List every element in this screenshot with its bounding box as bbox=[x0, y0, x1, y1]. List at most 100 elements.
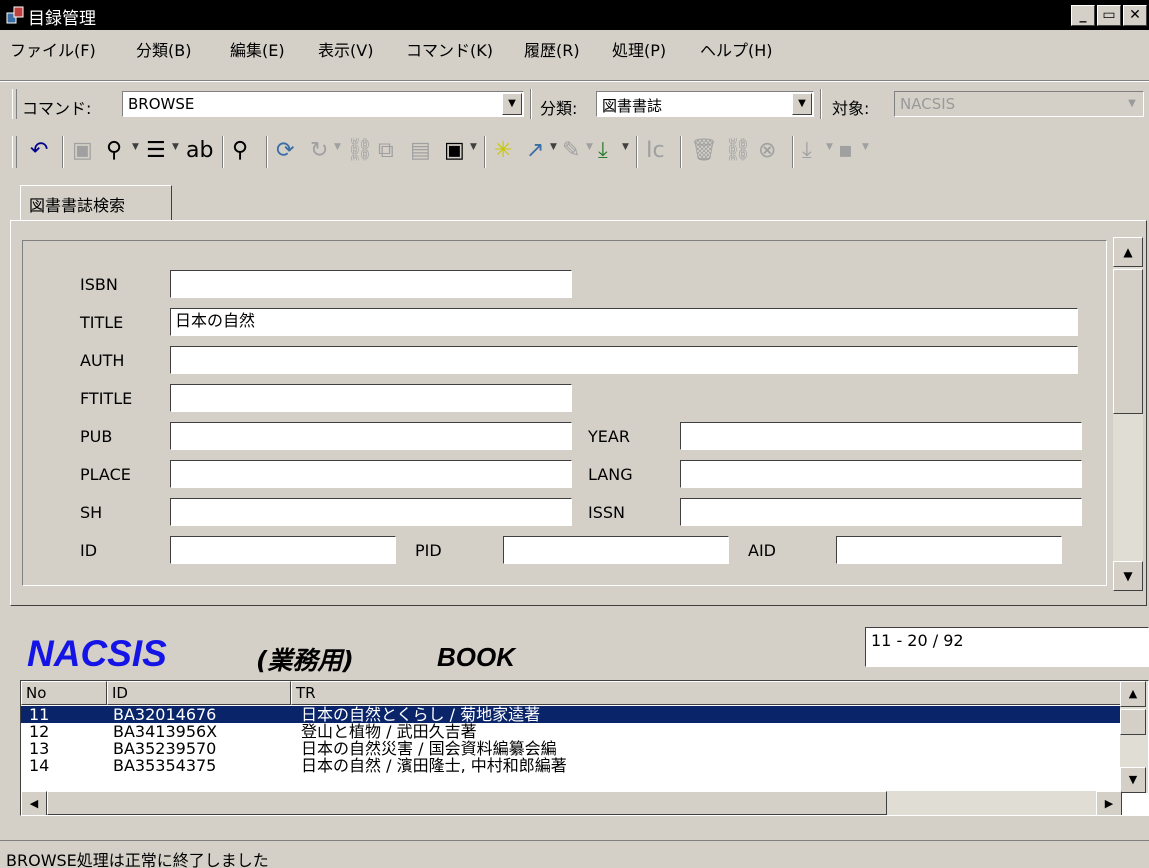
scroll-thumb[interactable] bbox=[47, 791, 887, 815]
table-row[interactable]: 14 BA35354375 日本の自然 / 濱田隆士, 中村和郎編著 bbox=[21, 757, 1121, 774]
row-id: BA35354375 bbox=[113, 756, 217, 775]
chevron-down-icon[interactable]: ▼ bbox=[826, 142, 833, 152]
column-header-tr[interactable]: TR bbox=[291, 681, 1121, 705]
scroll-up-icon[interactable]: ▲ bbox=[1113, 237, 1143, 267]
binoculars-search-icon[interactable]: ⚲ bbox=[232, 138, 248, 164]
monitor-icon[interactable]: ▣ bbox=[72, 138, 93, 164]
row-no: 13 bbox=[29, 739, 50, 758]
scroll-thumb[interactable] bbox=[1120, 709, 1146, 735]
close-button[interactable]: ✕ bbox=[1123, 5, 1147, 26]
category-select[interactable]: 図書書誌 ▼ bbox=[596, 91, 814, 117]
binoculars-icon[interactable]: ⚲ bbox=[106, 138, 122, 164]
pid-field[interactable] bbox=[503, 536, 729, 564]
undo-icon[interactable]: ↶ bbox=[30, 138, 48, 164]
import-icon[interactable]: ⤓ bbox=[598, 138, 608, 164]
column-header-no[interactable]: No bbox=[21, 681, 107, 705]
chevron-down-icon[interactable]: ▼ bbox=[172, 142, 179, 152]
category-value: 図書書誌 bbox=[602, 97, 663, 115]
command-select[interactable]: BROWSE ▼ bbox=[122, 91, 524, 117]
menu-history[interactable]: 履歴(R) bbox=[524, 37, 580, 61]
chevron-down-icon[interactable]: ▼ bbox=[550, 142, 557, 152]
lang-field[interactable] bbox=[680, 460, 1082, 488]
chevron-down-icon[interactable]: ▼ bbox=[862, 142, 869, 152]
scroll-up-icon[interactable]: ▲ bbox=[1120, 681, 1146, 707]
table-row[interactable]: 11 BA32014676 日本の自然とくらし / 菊地家逵著 bbox=[21, 706, 1121, 723]
chevron-down-icon[interactable]: ▼ bbox=[470, 142, 477, 152]
toolbar-grip[interactable] bbox=[12, 136, 17, 168]
row-title: 日本の自然とくらし / 菊地家逵著 bbox=[301, 705, 541, 724]
column-header-id[interactable]: ID bbox=[107, 681, 291, 705]
category-label: 分類: bbox=[540, 99, 578, 118]
chevron-down-icon[interactable]: ▼ bbox=[1122, 93, 1142, 115]
isbn-label: ISBN bbox=[80, 275, 118, 294]
window-icon[interactable]: ▣ bbox=[444, 138, 465, 164]
auth-field[interactable] bbox=[170, 346, 1078, 374]
grid-horizontal-scrollbar[interactable]: ◀ ▶ bbox=[21, 791, 1122, 815]
aid-field[interactable] bbox=[836, 536, 1062, 564]
sh-field[interactable] bbox=[170, 498, 572, 526]
link-icon[interactable]: ⛓ bbox=[346, 138, 374, 164]
toolbar-separator bbox=[530, 89, 532, 119]
place-field[interactable] bbox=[170, 460, 572, 488]
row-id: BA32014676 bbox=[113, 705, 217, 724]
pencil-icon[interactable]: ✎ bbox=[562, 138, 580, 164]
ftitle-field[interactable] bbox=[170, 384, 572, 412]
issn-field[interactable] bbox=[680, 498, 1082, 526]
menu-file[interactable]: ファイル(F) bbox=[10, 37, 96, 61]
chevron-down-icon[interactable]: ▼ bbox=[132, 142, 139, 152]
scroll-down-icon[interactable]: ▼ bbox=[1113, 561, 1143, 591]
title-field[interactable]: 日本の自然 bbox=[170, 308, 1078, 336]
year-field[interactable] bbox=[680, 422, 1082, 450]
form-scrollbar[interactable]: ▲ ▼ bbox=[1113, 237, 1143, 591]
menu-process[interactable]: 処理(P) bbox=[612, 37, 666, 61]
chevron-down-icon[interactable]: ▼ bbox=[792, 93, 812, 115]
scroll-down-icon[interactable]: ▼ bbox=[1120, 767, 1146, 793]
document-list-icon[interactable]: ☰ bbox=[146, 138, 166, 164]
menu-view[interactable]: 表示(V) bbox=[318, 37, 373, 61]
export-icon[interactable]: ⤓ bbox=[802, 138, 812, 164]
scroll-thumb[interactable] bbox=[1113, 269, 1143, 414]
row-id: BA3413956X bbox=[113, 722, 218, 741]
scroll-left-icon[interactable]: ◀ bbox=[21, 791, 47, 815]
table-row[interactable]: 13 BA35239570 日本の自然災害 / 国会資料編纂会編 bbox=[21, 740, 1121, 757]
grid-header: No ID TR bbox=[21, 681, 1121, 705]
target-value: NACSIS bbox=[900, 95, 956, 113]
menu-edit[interactable]: 編集(E) bbox=[230, 37, 285, 61]
find-text-icon[interactable]: ab bbox=[186, 138, 213, 164]
menu-command[interactable]: コマンド(K) bbox=[406, 37, 493, 61]
target-select[interactable]: NACSIS ▼ bbox=[894, 91, 1144, 117]
menu-category[interactable]: 分類(B) bbox=[136, 37, 191, 61]
row-title: 登山と植物 / 武田久吉著 bbox=[301, 722, 477, 741]
table-row[interactable]: 12 BA3413956X 登山と植物 / 武田久吉著 bbox=[21, 723, 1121, 740]
menu-help[interactable]: ヘルプ(H) bbox=[700, 37, 773, 61]
toolbar-separator bbox=[636, 136, 638, 168]
clipboard-icon[interactable]: ▤ bbox=[410, 138, 431, 164]
unlink-icon[interactable]: ⛓ bbox=[724, 138, 752, 164]
pub-field[interactable] bbox=[170, 422, 572, 450]
id-field[interactable] bbox=[170, 536, 396, 564]
refresh-record-icon[interactable]: ⟳ bbox=[276, 138, 294, 164]
minimize-button[interactable]: _ bbox=[1071, 5, 1095, 26]
scroll-right-icon[interactable]: ▶ bbox=[1096, 791, 1122, 815]
lang-label: LANG bbox=[588, 465, 633, 484]
delete-icon[interactable]: 🗑 bbox=[690, 138, 718, 164]
edit-link-icon[interactable]: ↗ bbox=[526, 138, 544, 164]
cancel-link-icon[interactable]: ⊗ bbox=[758, 138, 776, 164]
isbn-field[interactable] bbox=[170, 270, 572, 298]
copy-icon[interactable]: ⧉ bbox=[378, 138, 394, 164]
toolbar-grip[interactable] bbox=[12, 89, 17, 119]
chevron-down-icon[interactable]: ▼ bbox=[622, 142, 629, 152]
save-icon[interactable]: ▪ bbox=[838, 138, 853, 164]
grid-vertical-scrollbar[interactable]: ▲ ▼ bbox=[1120, 681, 1148, 793]
results-grid[interactable]: No ID TR 11 BA32014676 日本の自然とくらし / 菊地家逵著… bbox=[20, 680, 1149, 816]
tc-icon[interactable]: Ic bbox=[646, 138, 665, 164]
restore-button[interactable]: ▭ bbox=[1097, 5, 1121, 26]
menu-divider bbox=[0, 80, 1149, 82]
chevron-down-icon[interactable]: ▼ bbox=[502, 93, 522, 115]
chevron-down-icon[interactable]: ▼ bbox=[586, 142, 593, 152]
reload-icon[interactable]: ↻ bbox=[310, 138, 328, 164]
new-item-icon[interactable]: ✳ bbox=[494, 138, 512, 164]
title-label: TITLE bbox=[80, 313, 124, 332]
chevron-down-icon[interactable]: ▼ bbox=[334, 142, 341, 152]
tab-bibliographic-search[interactable]: 図書書誌検索 bbox=[20, 185, 172, 221]
